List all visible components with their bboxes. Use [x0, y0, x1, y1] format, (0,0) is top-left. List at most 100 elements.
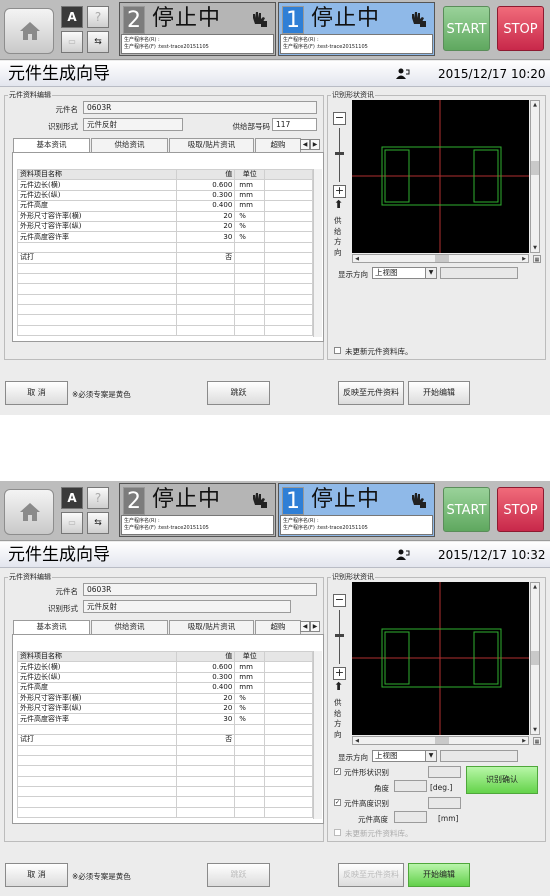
- tab-prev-icon[interactable]: ◀: [300, 621, 310, 632]
- part-name-field[interactable]: 0603R: [83, 583, 317, 596]
- home-button[interactable]: [4, 8, 54, 54]
- zoom-in-icon[interactable]: +: [333, 667, 346, 680]
- table-row[interactable]: [16, 765, 313, 777]
- update-checkbox[interactable]: [334, 829, 341, 836]
- table-row[interactable]: [16, 796, 313, 808]
- table-row[interactable]: 元件边长(横) 0.600 mm: [16, 179, 313, 191]
- zoom-thumb[interactable]: [335, 152, 344, 155]
- table-row[interactable]: 元件边长(纵) 0.300 mm: [16, 671, 313, 684]
- transfer-icon[interactable]: ⇆: [87, 512, 109, 534]
- reflect-button[interactable]: 反映至元件资料: [338, 863, 404, 887]
- zoom-in-icon[interactable]: +: [333, 185, 346, 198]
- part-name-field[interactable]: 0603R: [83, 101, 317, 114]
- table-row[interactable]: [16, 262, 313, 274]
- line-2-panel[interactable]: 2 停止中 生产程序名(R) : 生产程序名(F) :test-trace201…: [119, 483, 276, 537]
- table-row[interactable]: [16, 272, 313, 285]
- language-icon[interactable]: A: [61, 6, 83, 28]
- scroll-right-icon[interactable]: ▶: [520, 737, 528, 745]
- shape-recog-checkbox[interactable]: ✓: [334, 768, 341, 775]
- table-row[interactable]: 元件高度容许率 30%: [16, 231, 313, 243]
- start-button[interactable]: START: [443, 6, 490, 51]
- line-1-panel[interactable]: 1 停止中 生产程序名(R) : 生产程序名(F) :test-trace201…: [278, 2, 435, 56]
- recog-confirm-button[interactable]: 识别确认: [466, 766, 538, 794]
- scroll-left-icon[interactable]: ◀: [353, 255, 361, 263]
- camera-vscroll[interactable]: ▲ ▼: [530, 582, 540, 735]
- camera-view[interactable]: [352, 100, 529, 253]
- table-row[interactable]: [16, 775, 313, 788]
- table-row[interactable]: [16, 304, 313, 316]
- tab-next-icon[interactable]: ▶: [310, 621, 320, 632]
- stop-button[interactable]: STOP: [497, 487, 544, 532]
- home-button[interactable]: [4, 489, 54, 535]
- line-1-panel[interactable]: 1 停止中 生产程序名(R) : 生产程序名(F) :test-trace201…: [278, 483, 435, 537]
- scroll-thumb[interactable]: [435, 255, 449, 262]
- update-checkbox[interactable]: [334, 347, 341, 354]
- table-row[interactable]: 试打否: [16, 734, 313, 746]
- start-edit-button[interactable]: 开始编辑: [408, 381, 470, 405]
- table-row[interactable]: [16, 283, 313, 295]
- transfer-icon[interactable]: ⇆: [87, 31, 109, 53]
- zoom-control[interactable]: − +: [333, 594, 347, 694]
- zoom-out-icon[interactable]: −: [333, 112, 346, 125]
- scroll-down-icon[interactable]: ▼: [531, 726, 539, 734]
- language-icon[interactable]: A: [61, 487, 83, 509]
- reflect-button[interactable]: 反映至元件资料: [338, 381, 404, 405]
- display-dir-select[interactable]: 上视图 ▼: [372, 750, 437, 762]
- help-button[interactable]: ?: [87, 487, 109, 509]
- tab-next-icon[interactable]: ▶: [310, 139, 320, 150]
- skip-button[interactable]: 跳跃: [207, 863, 270, 887]
- table-row[interactable]: 元件高度 0.400 mm: [16, 200, 313, 212]
- table-row[interactable]: [16, 754, 313, 767]
- scroll-thumb[interactable]: [435, 737, 449, 744]
- table-row[interactable]: 外形尺寸容许率(纵) 20%: [16, 702, 313, 715]
- scroll-left-icon[interactable]: ◀: [353, 737, 361, 745]
- stop-button[interactable]: STOP: [497, 6, 544, 51]
- zoom-control[interactable]: − +: [333, 112, 347, 212]
- display-dir-select[interactable]: 上视图 ▼: [372, 267, 437, 279]
- tab-supply[interactable]: 供给资讯: [91, 138, 168, 152]
- table-row[interactable]: [16, 324, 313, 337]
- table-row[interactable]: [16, 806, 313, 819]
- camera-hscroll[interactable]: ◀ ▶: [352, 254, 529, 263]
- cancel-button[interactable]: 取 消: [5, 381, 68, 405]
- tab-basic[interactable]: 基本资讯: [13, 138, 90, 153]
- table-row[interactable]: [16, 723, 313, 736]
- table-row[interactable]: 元件高度容许率 30%: [16, 713, 313, 725]
- scroll-thumb[interactable]: [531, 161, 539, 175]
- table-row[interactable]: 试打否: [16, 252, 313, 264]
- height-field[interactable]: [394, 811, 427, 823]
- start-edit-button[interactable]: 开始编辑: [408, 863, 470, 887]
- table-row[interactable]: 外形尺寸容许率(横) 20%: [16, 210, 313, 222]
- table-row[interactable]: [16, 314, 313, 326]
- tab-more[interactable]: 超购: [255, 138, 301, 152]
- table-row[interactable]: [16, 744, 313, 756]
- height-recog-checkbox[interactable]: ✓: [334, 799, 341, 806]
- tab-supply[interactable]: 供给资讯: [91, 620, 168, 634]
- camera-hscroll[interactable]: ◀ ▶: [352, 736, 529, 745]
- table-scrollbar[interactable]: [313, 651, 322, 819]
- tab-basic[interactable]: 基本资讯: [13, 620, 90, 635]
- scroll-thumb[interactable]: [531, 651, 539, 665]
- table-row[interactable]: [16, 786, 313, 798]
- angle-field[interactable]: [394, 780, 427, 792]
- scroll-down-icon[interactable]: ▼: [531, 244, 539, 252]
- id-card-icon[interactable]: ▭: [61, 512, 83, 534]
- table-row[interactable]: 外形尺寸容许率(纵) 20%: [16, 220, 313, 233]
- start-button[interactable]: START: [443, 487, 490, 532]
- table-row[interactable]: 元件高度 0.400 mm: [16, 682, 313, 694]
- scroll-up-icon[interactable]: ▲: [531, 101, 539, 109]
- cancel-button[interactable]: 取 消: [5, 863, 68, 887]
- line-2-panel[interactable]: 2 停止中 生产程序名(R) : 生产程序名(F) :test-trace201…: [119, 2, 276, 56]
- supply-id-field[interactable]: 117: [272, 118, 317, 131]
- camera-vscroll[interactable]: ▲ ▼: [530, 100, 540, 253]
- recog-type-field[interactable]: 元件反射: [83, 118, 183, 131]
- table-row[interactable]: 元件边长(横) 0.600 mm: [16, 661, 313, 673]
- tab-more[interactable]: 超购: [255, 620, 301, 634]
- help-button[interactable]: ?: [87, 6, 109, 28]
- camera-view[interactable]: [352, 582, 529, 735]
- recog-type-field[interactable]: 元件反射: [83, 600, 291, 613]
- scroll-right-icon[interactable]: ▶: [520, 255, 528, 263]
- table-row[interactable]: [16, 293, 313, 306]
- tab-pick-place[interactable]: 吸取/贴片资讯: [169, 138, 254, 152]
- tab-pick-place[interactable]: 吸取/贴片资讯: [169, 620, 254, 634]
